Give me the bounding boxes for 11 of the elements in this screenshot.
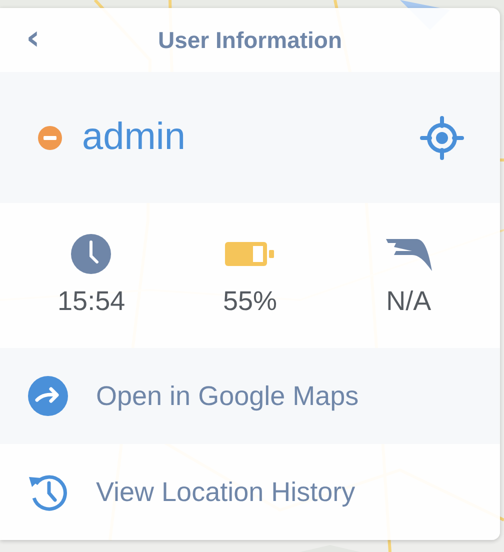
stat-value: 55% <box>222 286 277 317</box>
stat-value: 15:54 <box>58 286 126 317</box>
locate-icon[interactable] <box>420 116 464 160</box>
user-name: admin <box>82 116 186 159</box>
action-link[interactable]: View Location History <box>96 476 356 508</box>
clock-icon <box>71 234 112 274</box>
stat-value: N/A <box>386 286 432 317</box>
action-link[interactable]: Open in Google Maps <box>96 380 359 412</box>
back-button[interactable]: ‹ <box>22 20 44 56</box>
status-icon <box>38 126 62 150</box>
panel-title: User Information <box>158 26 342 54</box>
